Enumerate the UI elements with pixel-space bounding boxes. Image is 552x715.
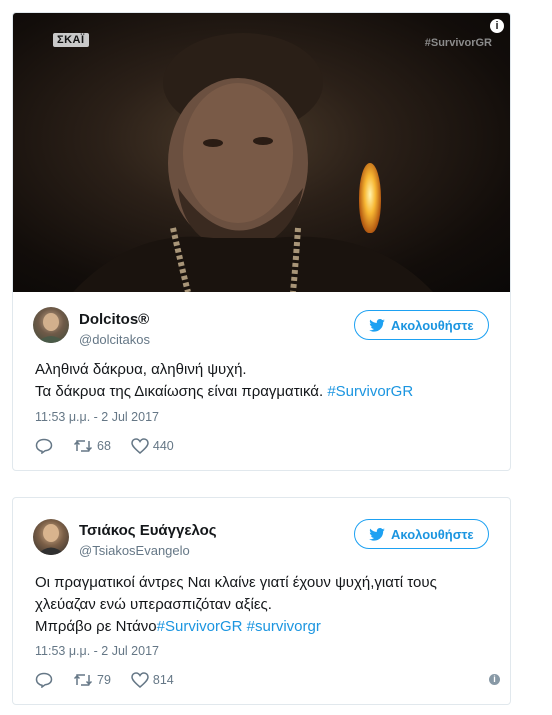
torch-flame bbox=[359, 163, 381, 233]
twitter-bird-icon bbox=[369, 527, 385, 541]
retweet-action[interactable]: 79 bbox=[73, 673, 111, 687]
like-count: 814 bbox=[152, 673, 174, 687]
reply-action[interactable] bbox=[35, 672, 53, 688]
avatar[interactable] bbox=[33, 519, 69, 555]
retweet-count: 68 bbox=[97, 439, 111, 453]
retweet-icon bbox=[73, 674, 93, 686]
reply-icon bbox=[35, 672, 53, 688]
reply-action[interactable] bbox=[35, 438, 53, 454]
tweet-card-1: ΣΚΑΪ #SurvivorGR i Dolcitos® @dolcitakos… bbox=[12, 12, 511, 471]
hashtag-link[interactable]: #survivorgr bbox=[247, 618, 321, 635]
author-handle[interactable]: @dolcitakos bbox=[79, 332, 150, 347]
hashtag-link[interactable]: #SurvivorGR bbox=[157, 618, 243, 635]
hashtag-link[interactable]: #SurvivorGR bbox=[327, 383, 413, 400]
author-handle[interactable]: @TsiakosEvangelo bbox=[79, 543, 190, 558]
tweet-text-line: Τα δάκρυα της Δικαίωσης είναι πραγματικά… bbox=[35, 381, 413, 402]
avatar-image bbox=[37, 313, 65, 343]
reply-icon bbox=[35, 438, 53, 454]
retweet-action[interactable]: 68 bbox=[73, 439, 111, 453]
retweet-icon bbox=[73, 440, 93, 452]
follow-label: Ακολουθήστε bbox=[391, 317, 474, 333]
retweet-count: 79 bbox=[97, 673, 111, 687]
tweet-text-line: Αληθινά δάκρυα, αληθινή ψυχή. bbox=[35, 361, 247, 378]
tweet-actions: 79 814 bbox=[35, 670, 194, 690]
tweet-text-line: χλεύαζαν ενώ υπερασπιζόταν αξίες. bbox=[35, 596, 272, 613]
timestamp[interactable]: 11:53 μ.μ. - 2 Jul 2017 bbox=[35, 410, 159, 424]
follow-button[interactable]: Ακολουθήστε bbox=[354, 519, 489, 549]
info-icon[interactable]: i bbox=[490, 19, 504, 33]
tweet-text: Μπράβο ρε Ντάνο bbox=[35, 618, 157, 635]
heart-icon bbox=[131, 438, 149, 454]
info-icon[interactable]: i bbox=[489, 674, 500, 685]
video-frame bbox=[73, 33, 433, 292]
hashtag-overlay: #SurvivorGR bbox=[424, 37, 492, 49]
timestamp[interactable]: 11:53 μ.μ. - 2 Jul 2017 bbox=[35, 644, 159, 658]
tweet-actions: 68 440 bbox=[35, 436, 194, 456]
like-action[interactable]: 814 bbox=[131, 672, 174, 688]
like-action[interactable]: 440 bbox=[131, 438, 174, 454]
channel-logo: ΣΚΑΪ bbox=[53, 33, 89, 47]
author-name[interactable]: Dolcitos® bbox=[79, 311, 149, 328]
avatar[interactable] bbox=[33, 307, 69, 343]
twitter-bird-icon bbox=[369, 318, 385, 332]
tweet-text: Τα δάκρυα της Δικαίωσης είναι πραγματικά… bbox=[35, 383, 328, 400]
author-name[interactable]: Τσιάκος Ευάγγελος bbox=[79, 522, 217, 539]
tweet-card-2: Τσιάκος Ευάγγελος @TsiakosEvangelo Ακολο… bbox=[12, 497, 511, 705]
follow-label: Ακολουθήστε bbox=[391, 526, 474, 542]
follow-button[interactable]: Ακολουθήστε bbox=[354, 310, 489, 340]
heart-icon bbox=[131, 672, 149, 688]
tweet-text-line: Μπράβο ρε Ντάνο#SurvivorGR #survivorgr bbox=[35, 616, 321, 637]
video-player[interactable]: ΣΚΑΪ #SurvivorGR i bbox=[13, 13, 510, 292]
like-count: 440 bbox=[152, 439, 174, 453]
tweet-text-line: Οι πραγματικοί άντρες Ναι κλαίνε γιατί έ… bbox=[35, 574, 437, 591]
avatar-image bbox=[37, 524, 65, 555]
